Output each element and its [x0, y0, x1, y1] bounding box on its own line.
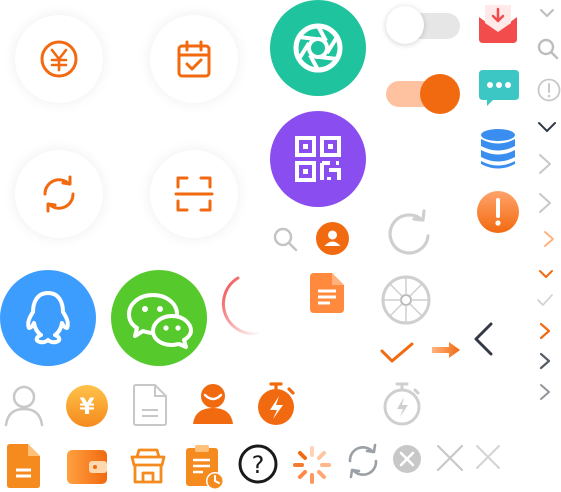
- yen-coin-label: ¥: [79, 395, 95, 420]
- scan-button[interactable]: [150, 150, 238, 238]
- file-outline-icon: [133, 384, 167, 426]
- alert-icon: [477, 191, 519, 233]
- chevron-down-dark-icon[interactable]: [537, 120, 557, 134]
- camera-aperture-button[interactable]: [270, 0, 366, 96]
- sync-icon[interactable]: [346, 443, 380, 479]
- refresh-icon: [39, 174, 79, 214]
- toggle-off[interactable]: [386, 6, 460, 44]
- checkmark-light-icon: [537, 294, 553, 306]
- close-circle-icon[interactable]: [392, 444, 422, 474]
- chevron-right-dark-icon[interactable]: [539, 352, 551, 370]
- chevron-down-orange-icon[interactable]: [538, 268, 554, 280]
- close-light-icon[interactable]: [475, 444, 501, 470]
- calendar-check-icon: [176, 39, 212, 79]
- question-label: ?: [252, 451, 265, 479]
- toggle-on-knob: [420, 74, 460, 114]
- wechat-button[interactable]: [111, 270, 207, 366]
- wheel-icon: [380, 274, 432, 326]
- chat-more-icon[interactable]: [479, 70, 519, 106]
- qq-button[interactable]: [0, 270, 96, 366]
- checkmark-icon: [380, 342, 414, 364]
- shop-icon[interactable]: [129, 447, 167, 485]
- chevron-right-gray-icon[interactable]: [539, 383, 551, 401]
- chevron-right-light-icon[interactable]: [543, 230, 555, 248]
- chevron-right-icon[interactable]: [538, 153, 552, 175]
- close-icon[interactable]: [436, 444, 464, 472]
- user-outline-icon: [4, 384, 44, 427]
- qq-penguin-icon: [24, 290, 72, 346]
- loading-arc-icon: [220, 270, 286, 336]
- wechat-icon: [127, 292, 193, 349]
- chevron-right-icon[interactable]: [538, 192, 552, 214]
- chevron-right-orange-icon[interactable]: [539, 322, 551, 340]
- info-circle-icon: [537, 78, 561, 102]
- scan-frame-icon: [174, 174, 214, 214]
- yen-circle-button[interactable]: [15, 15, 103, 103]
- spinner-icon: [292, 445, 332, 485]
- user-avatar-icon: [193, 382, 233, 424]
- user-badge-icon[interactable]: [316, 222, 349, 255]
- camera-aperture-icon: [293, 23, 343, 73]
- wallet-icon[interactable]: [67, 450, 107, 484]
- database-icon: [480, 128, 516, 170]
- arrow-right-icon[interactable]: [432, 342, 460, 358]
- yen-circle-icon: [39, 39, 79, 79]
- qr-code-icon: [294, 135, 342, 183]
- qr-code-button[interactable]: [270, 111, 366, 207]
- refresh-button[interactable]: [15, 150, 103, 238]
- reload-icon[interactable]: [386, 209, 432, 256]
- document-solid-icon[interactable]: [7, 444, 40, 488]
- toggle-off-knob: [386, 6, 424, 44]
- yen-coin-icon: ¥: [66, 385, 108, 427]
- toggle-on[interactable]: [386, 74, 460, 114]
- stopwatch-flash-icon: [256, 382, 296, 426]
- chevron-down-icon[interactable]: [539, 7, 555, 19]
- chevron-left-icon[interactable]: [472, 322, 494, 356]
- clipboard-clock-icon[interactable]: [186, 444, 224, 490]
- stopwatch-outline-icon: [382, 382, 422, 426]
- search-small-icon[interactable]: [537, 38, 559, 60]
- document-icon[interactable]: [310, 273, 344, 313]
- question-icon[interactable]: ?: [238, 444, 278, 484]
- search-icon[interactable]: [272, 226, 298, 252]
- mail-download-icon[interactable]: [479, 3, 517, 43]
- calendar-check-button[interactable]: [150, 15, 238, 103]
